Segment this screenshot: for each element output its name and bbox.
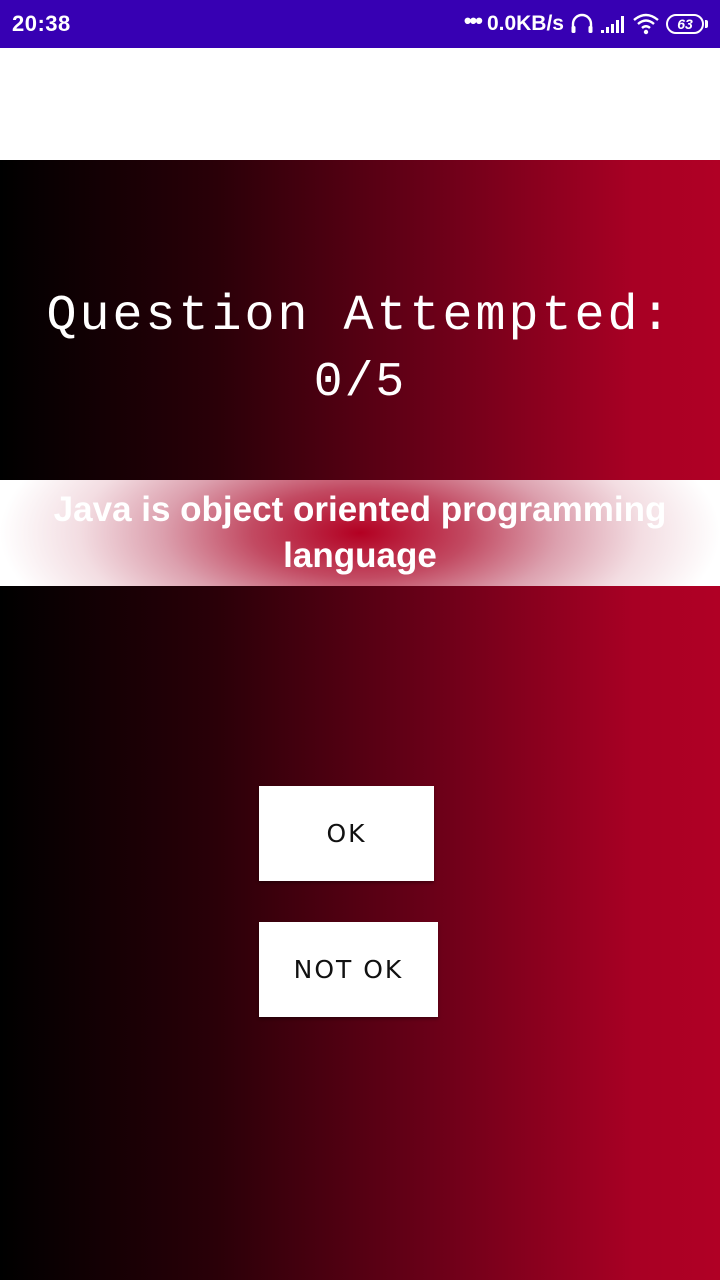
app-bar	[0, 48, 720, 160]
attempted-label: Question Attempted:	[46, 288, 674, 345]
status-indicators: ••• 0.0KB/s 63	[463, 8, 708, 36]
question-text: Java is object oriented programming lang…	[53, 490, 667, 575]
headset-icon	[570, 13, 594, 35]
not-ok-button[interactable]: NOT OK	[259, 922, 438, 1017]
battery-icon: 63	[666, 14, 708, 34]
network-speed: 0.0KB/s	[486, 12, 564, 35]
status-bar: 20:38 ••• 0.0KB/s 63	[0, 0, 720, 48]
ok-button[interactable]: OK	[259, 786, 434, 881]
battery-level: 63	[666, 14, 704, 34]
status-time: 20:38	[12, 11, 71, 36]
quiz-screen: 20:38 ••• 0.0KB/s 63 Question Attempted:…	[0, 0, 720, 1280]
wifi-icon	[632, 13, 660, 35]
signal-icon	[600, 14, 626, 34]
notification-dots: •••	[463, 8, 483, 33]
battery-tip	[705, 20, 708, 28]
quiz-content: Question Attempted: 0/5 Java is object o…	[0, 160, 720, 1280]
question-band: Java is object oriented programming lang…	[0, 480, 720, 586]
attempted-count: 0/5	[313, 356, 407, 410]
